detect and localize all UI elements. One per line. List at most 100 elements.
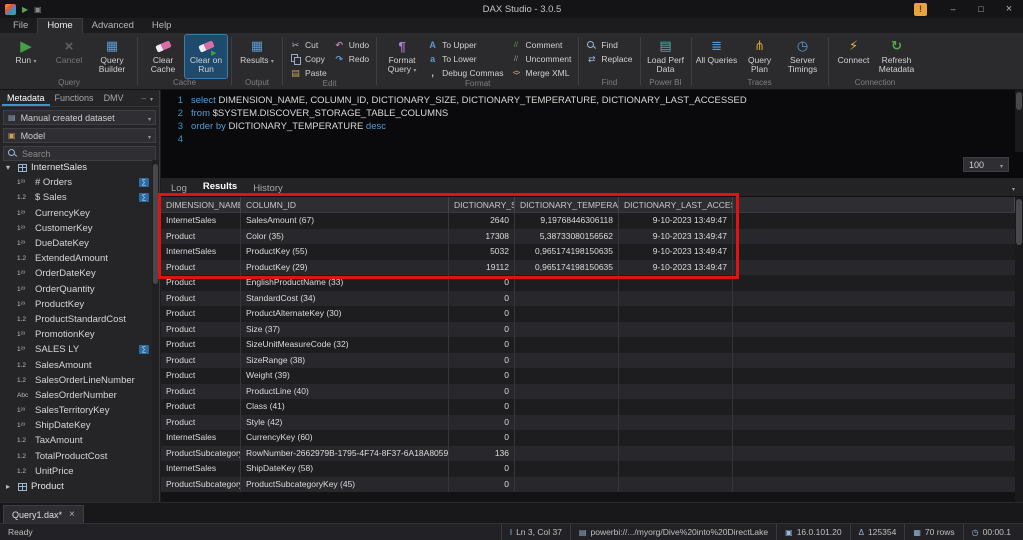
quick-run-icon[interactable]: [22, 4, 28, 15]
menu-tab-file[interactable]: File: [4, 19, 37, 33]
clear-on-run-button[interactable]: Clear on Run: [185, 35, 227, 78]
tree-column-extendedamount[interactable]: 1.2ExtendedAmount: [0, 251, 152, 266]
tree-column-salesterritorykey[interactable]: 1²³SalesTerritoryKey: [0, 403, 152, 418]
collapse-pane-icon[interactable]: [140, 94, 148, 103]
tree-column-totalproductcost[interactable]: 1.2TotalProductCost: [0, 449, 152, 464]
tree-column-productkey[interactable]: 1²³ProductKey: [0, 297, 152, 312]
code-area[interactable]: select DIMENSION_NAME, COLUMN_ID, DICTIO…: [191, 94, 1003, 146]
results-output-button[interactable]: Results: [236, 35, 278, 78]
debug-commas-button[interactable]: Debug Commas: [424, 67, 506, 79]
query-builder-button[interactable]: Query Builder: [91, 35, 133, 78]
tree-column-salesordernumber[interactable]: AbcSalesOrderNumber: [0, 388, 152, 403]
row-limit-dropdown[interactable]: 100: [963, 157, 1009, 172]
menu-tab-home[interactable]: Home: [37, 18, 82, 33]
pane-menu-icon[interactable]: [148, 94, 155, 103]
close-button[interactable]: [995, 0, 1023, 18]
comment-button[interactable]: Comment: [508, 39, 575, 51]
maximize-button[interactable]: [967, 0, 995, 18]
format-query-button[interactable]: Format Query: [381, 35, 423, 79]
undo-button[interactable]: Undo: [331, 39, 372, 51]
tree-column-promotionkey[interactable]: 1²³PromotionKey: [0, 327, 152, 342]
results-scrollbar[interactable]: [1015, 197, 1023, 502]
column-header-column-id[interactable]: COLUMN_ID: [241, 197, 449, 212]
metadata-tree[interactable]: ▾InternetSales1²³# Orders1.2$ Sales1²³Cu…: [0, 160, 152, 502]
results-tab-log[interactable]: Log: [171, 178, 187, 196]
model-selector[interactable]: Model: [3, 128, 156, 143]
panel-menu-icon[interactable]: [1012, 178, 1015, 196]
column-header-dictionary-size[interactable]: DICTIONARY_SIZE: [449, 197, 515, 212]
search-box[interactable]: [3, 146, 156, 161]
tree-column-customerkey[interactable]: 1²³CustomerKey: [0, 221, 152, 236]
close-tab-icon[interactable]: [69, 509, 75, 520]
table-row[interactable]: ProductSizeUnitMeasureCode (32)0: [161, 337, 1015, 353]
search-input[interactable]: [22, 149, 151, 159]
column-header-dictionary-temperature[interactable]: DICTIONARY_TEMPERATURE: [515, 197, 619, 212]
results-tab-results[interactable]: Results: [203, 178, 237, 196]
query-editor[interactable]: 1234 select DIMENSION_NAME, COLUMN_ID, D…: [161, 90, 1023, 178]
table-row[interactable]: ProductEnglishProductName (33)0: [161, 275, 1015, 291]
uncomment-button[interactable]: Uncomment: [508, 53, 575, 65]
table-row[interactable]: ProductSubcategoryRowNumber-2662979B-179…: [161, 446, 1015, 462]
table-row[interactable]: InternetSalesSalesAmount (67)26409,19768…: [161, 213, 1015, 229]
tree-column-taxamount[interactable]: 1.2TaxAmount: [0, 433, 152, 448]
clear-cache-button[interactable]: Clear Cache: [142, 35, 184, 78]
all-queries-button[interactable]: All Queries: [696, 35, 738, 78]
copy-button[interactable]: Copy: [287, 53, 330, 65]
table-row[interactable]: ProductClass (41)0: [161, 399, 1015, 415]
replace-button[interactable]: Replace: [583, 53, 635, 65]
menu-tab-advanced[interactable]: Advanced: [83, 19, 143, 33]
load-perf-data-button[interactable]: Load Perf Data: [645, 35, 687, 78]
refresh-metadata-button[interactable]: Refresh Metadata: [876, 35, 918, 78]
table-row[interactable]: ProductProductLine (40)0: [161, 384, 1015, 400]
tree-column-duedatekey[interactable]: 1²³DueDateKey: [0, 236, 152, 251]
tree-column-currencykey[interactable]: 1²³CurrencyKey: [0, 206, 152, 221]
table-row[interactable]: ProductColor (35)173085,387330801565629-…: [161, 229, 1015, 245]
sidebar-tab-metadata[interactable]: Metadata: [2, 90, 50, 106]
run-button[interactable]: Run: [5, 35, 47, 78]
cut-button[interactable]: Cut: [287, 39, 330, 51]
tree-column-shipdatekey[interactable]: 1²³ShipDateKey: [0, 418, 152, 433]
table-row[interactable]: InternetSalesShipDateKey (58)0: [161, 461, 1015, 477]
query-plan-button[interactable]: Query Plan: [739, 35, 781, 78]
merge-xml-button[interactable]: Merge XML: [508, 67, 575, 79]
table-row[interactable]: ProductProductAlternateKey (30)0: [161, 306, 1015, 322]
document-tab-query1[interactable]: Query1.dax*: [3, 505, 84, 523]
sidebar-tab-dmv[interactable]: DMV: [99, 90, 129, 106]
tree-table-product[interactable]: ▸Product: [0, 479, 152, 494]
tree-column-orderdatekey[interactable]: 1²³OrderDateKey: [0, 266, 152, 281]
minimize-button[interactable]: [939, 0, 967, 18]
results-grid[interactable]: DIMENSION_NAMECOLUMN_IDDICTIONARY_SIZEDI…: [161, 197, 1015, 502]
tree-column-sales[interactable]: 1.2$ Sales: [0, 190, 152, 205]
find-button[interactable]: Find: [583, 39, 635, 51]
column-header-dimension-name[interactable]: DIMENSION_NAME: [161, 197, 241, 212]
tree-column-productstandardcost[interactable]: 1.2ProductStandardCost: [0, 312, 152, 327]
table-row[interactable]: ProductSubcategoryProductSubcategoryKey …: [161, 477, 1015, 493]
redo-button[interactable]: Redo: [331, 53, 372, 65]
sidebar-scrollbar[interactable]: [152, 160, 159, 502]
table-row[interactable]: ProductStyle (42)0: [161, 415, 1015, 431]
tree-column-salesorderlinenumber[interactable]: 1.2SalesOrderLineNumber: [0, 373, 152, 388]
table-row[interactable]: ProductSize (37)0: [161, 322, 1015, 338]
cancel-button[interactable]: Cancel: [48, 35, 90, 78]
tree-column-unitprice[interactable]: 1.2UnitPrice: [0, 464, 152, 479]
menu-tab-help[interactable]: Help: [143, 19, 181, 33]
editor-scrollbar[interactable]: [1015, 90, 1023, 152]
tree-column-orderquantity[interactable]: 1²³OrderQuantity: [0, 282, 152, 297]
tree-column-salesamount[interactable]: 1.2SalesAmount: [0, 357, 152, 372]
table-row[interactable]: ProductSizeRange (38)0: [161, 353, 1015, 369]
quick-save-icon[interactable]: [34, 4, 42, 15]
tree-table-internetsales[interactable]: ▾InternetSales: [0, 160, 152, 175]
tree-column-orders[interactable]: 1²³# Orders: [0, 175, 152, 190]
table-row[interactable]: ProductWeight (39)0: [161, 368, 1015, 384]
tree-column-sales-ly[interactable]: 1²³SALES LY: [0, 342, 152, 357]
notification-icon[interactable]: [914, 3, 927, 16]
connect-button[interactable]: Connect: [833, 35, 875, 78]
to-lower-button[interactable]: To Lower: [424, 53, 506, 65]
dataset-selector[interactable]: Manual created dataset: [3, 110, 156, 125]
results-tab-history[interactable]: History: [253, 178, 283, 196]
to-upper-button[interactable]: To Upper: [424, 39, 506, 51]
paste-button[interactable]: Paste: [287, 67, 330, 79]
titlebar[interactable]: DAX Studio - 3.0.5: [0, 0, 1023, 18]
table-row[interactable]: InternetSalesCurrencyKey (60)0: [161, 430, 1015, 446]
table-row[interactable]: ProductProductKey (29)191120,96517419815…: [161, 260, 1015, 276]
